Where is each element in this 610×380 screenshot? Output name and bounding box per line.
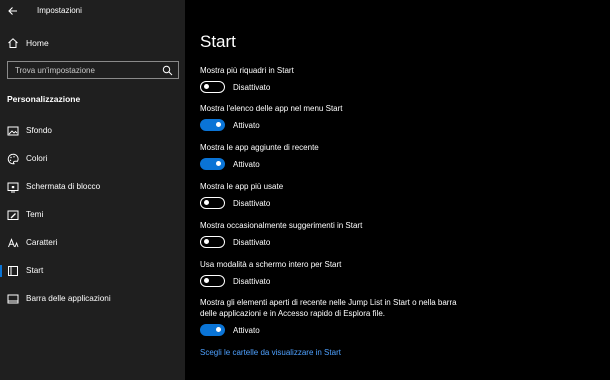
sidebar: Impostazioni Home Trova un'impostazione … <box>0 0 185 380</box>
setting-jump-list: Mostra gli elementi aperti di recente ne… <box>200 297 470 338</box>
sidebar-item-temi[interactable]: Temi <box>0 205 185 225</box>
toggle-state: Disattivato <box>233 238 271 247</box>
toggle-knob <box>204 200 209 205</box>
setting-app-aggiunte: Mostra le app aggiunte di recente Attiva… <box>200 142 600 172</box>
toggle-knob <box>216 327 221 332</box>
toggle-knob <box>204 278 209 283</box>
font-icon <box>7 237 19 249</box>
taskbar-icon <box>7 293 19 305</box>
home-label: Home <box>26 38 49 48</box>
home-icon <box>7 37 19 49</box>
setting-label: Mostra le app aggiunte di recente <box>200 143 319 152</box>
toggle-knob <box>216 122 221 127</box>
toggle-state: Attivato <box>233 160 260 169</box>
search-input[interactable]: Trova un'impostazione <box>7 61 179 79</box>
toggle-switch[interactable] <box>200 197 225 209</box>
image-icon <box>7 125 19 137</box>
sidebar-item-label: Schermata di blocco <box>26 182 101 191</box>
toggle-state: Attivato <box>233 121 260 130</box>
sidebar-item-label: Sfondo <box>26 126 52 135</box>
sidebar-item-barra-delle-applicazioni[interactable]: Barra delle applicazioni <box>0 289 185 309</box>
toggle-switch[interactable] <box>200 158 225 170</box>
main-content: Start Mostra più riquadri in Start Disat… <box>185 0 610 380</box>
sidebar-item-sfondo[interactable]: Sfondo <box>0 121 185 141</box>
toggle-state: Attivato <box>233 326 260 335</box>
palette-icon <box>7 153 19 165</box>
setting-label: Mostra occasionalmente suggerimenti in S… <box>200 221 363 230</box>
sidebar-item-start[interactable]: Start <box>0 261 185 281</box>
section-title: Personalizzazione <box>7 94 81 104</box>
lock-screen-icon <box>7 181 19 193</box>
window-title: Impostazioni <box>37 6 82 15</box>
sidebar-item-schermata-di-blocco[interactable]: Schermata di blocco <box>0 177 185 197</box>
sidebar-item-caratteri[interactable]: Caratteri <box>0 233 185 253</box>
sidebar-item-colori[interactable]: Colori <box>0 149 185 169</box>
toggle-state: Disattivato <box>233 83 271 92</box>
toggle-switch[interactable] <box>200 324 225 336</box>
sidebar-item-label: Start <box>26 266 44 275</box>
toggle-knob <box>204 84 209 89</box>
toggle-state: Disattivato <box>233 199 271 208</box>
setting-piu-riquadri: Mostra più riquadri in Start Disattivato <box>200 65 600 95</box>
sidebar-item-label: Caratteri <box>26 238 58 247</box>
setting-app-piu-usate: Mostra le app più usate Disattivato <box>200 181 600 211</box>
sidebar-item-home[interactable]: Home <box>0 34 185 52</box>
sidebar-item-label: Temi <box>26 210 44 219</box>
search-placeholder: Trova un'impostazione <box>15 66 95 75</box>
search-icon[interactable] <box>162 65 173 76</box>
toggle-knob <box>216 161 221 166</box>
toggle-state: Disattivato <box>233 277 271 286</box>
setting-suggerimenti: Mostra occasionalmente suggerimenti in S… <box>200 220 600 250</box>
brush-icon <box>7 209 19 221</box>
sidebar-item-label: Colori <box>26 154 48 163</box>
back-arrow-icon[interactable] <box>7 5 19 17</box>
page-title: Start <box>200 32 236 51</box>
toggle-switch[interactable] <box>200 275 225 287</box>
toggle-switch[interactable] <box>200 236 225 248</box>
selection-indicator <box>0 265 2 277</box>
setting-label: Usa modalità a schermo intero per Start <box>200 260 342 269</box>
toggle-switch[interactable] <box>200 81 225 93</box>
setting-schermo-intero: Usa modalità a schermo intero per Start … <box>200 259 600 289</box>
setting-label: Mostra gli elementi aperti di recente ne… <box>200 298 457 318</box>
setting-label: Mostra le app più usate <box>200 182 284 191</box>
toggle-switch[interactable] <box>200 119 225 131</box>
toggle-knob <box>204 239 209 244</box>
choose-folders-link[interactable]: Scegli le cartelle da visualizzare in St… <box>200 348 341 357</box>
start-icon <box>7 265 19 277</box>
setting-label: Mostra più riquadri in Start <box>200 66 294 75</box>
setting-label: Mostra l'elenco delle app nel menu Start <box>200 104 343 113</box>
setting-elenco-app: Mostra l'elenco delle app nel menu Start… <box>200 103 600 133</box>
sidebar-item-label: Barra delle applicazioni <box>26 294 111 303</box>
